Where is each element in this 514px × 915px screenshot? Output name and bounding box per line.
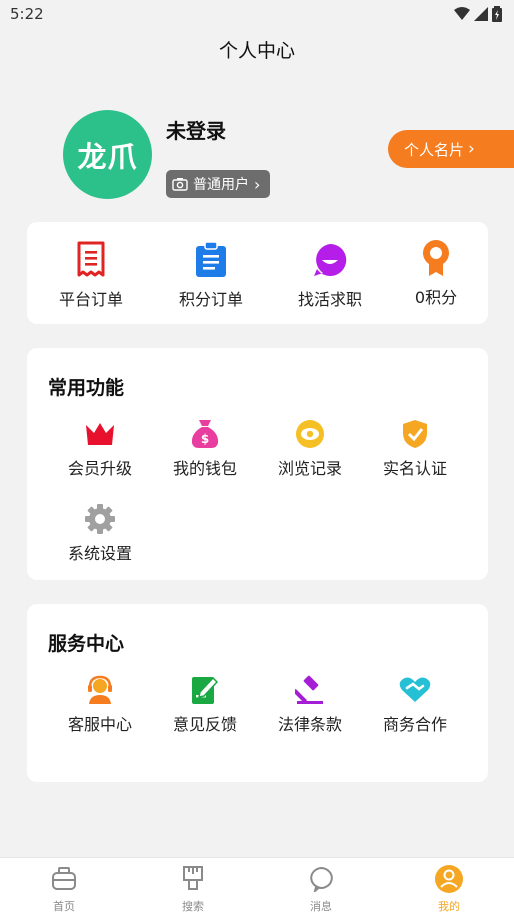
tab-label: 搜索 — [182, 900, 204, 913]
status-bar: 5:22 — [0, 0, 514, 28]
tab-label: 我的 — [438, 900, 460, 913]
service-center-panel: 服务中心 客服中心 意见反馈 法律条款 商务合作 — [27, 604, 488, 782]
login-status[interactable]: 未登录 — [166, 115, 226, 144]
section-title: 服务中心 — [48, 633, 125, 655]
clipboard-icon — [196, 242, 226, 277]
user-type-label: 普通用户 — [193, 177, 249, 193]
function-label: 实名认证 — [382, 459, 447, 478]
quick-label: 找活求职 — [297, 290, 362, 309]
shield-check-icon — [403, 420, 427, 448]
camera-icon — [172, 178, 188, 191]
status-time: 5:22 — [10, 5, 44, 23]
handshake-icon — [399, 677, 431, 702]
find-job-button[interactable]: 找活求职 — [275, 240, 385, 310]
customer-service-icon — [88, 675, 112, 704]
battery-icon — [492, 6, 502, 22]
search-icon — [183, 866, 203, 890]
page-title: 个人中心 — [218, 40, 295, 62]
home-icon — [52, 867, 76, 890]
user-type-badge[interactable]: 普通用户 › — [166, 170, 271, 198]
business-card-label: 个人名片 — [404, 140, 465, 159]
gear-icon — [85, 504, 115, 534]
chat-bubble-icon — [314, 243, 347, 276]
legal-terms-button[interactable]: 法律条款 — [260, 674, 360, 735]
tab-messages[interactable]: 消息 — [281, 864, 361, 914]
svg-text:$: $ — [201, 432, 209, 446]
quick-label: 积分订单 — [178, 290, 243, 309]
function-label: 会员升级 — [67, 459, 132, 478]
chevron-right-icon: › — [254, 174, 261, 194]
customer-service-button[interactable]: 客服中心 — [50, 674, 150, 735]
bottom-tab-bar: 首页 搜索 消息 我的 — [0, 857, 514, 915]
status-icons — [454, 6, 502, 22]
points-button[interactable]: 0积分 — [381, 240, 491, 308]
feedback-edit-icon — [192, 676, 219, 704]
quick-access-panel: 平台订单 积分订单 找活求职 0积分 — [27, 222, 488, 324]
avatar[interactable]: 龙爪 — [63, 110, 152, 199]
profile-section: 龙爪 未登录 普通用户 › 个人名片 › — [63, 110, 514, 200]
platform-orders-button[interactable]: 平台订单 — [36, 240, 146, 310]
tab-home[interactable]: 首页 — [24, 864, 104, 914]
crown-icon — [86, 423, 114, 445]
business-card-button[interactable]: 个人名片 › — [388, 130, 514, 168]
wifi-icon — [454, 7, 470, 20]
eye-icon — [296, 420, 324, 448]
chevron-right-icon: › — [468, 139, 475, 159]
medal-icon — [423, 240, 449, 276]
vip-upgrade-button[interactable]: 会员升级 — [50, 418, 150, 479]
tab-mine[interactable]: 我的 — [409, 864, 489, 914]
gavel-icon — [295, 675, 323, 704]
wallet-button[interactable]: $ 我的钱包 — [155, 418, 255, 479]
profile-icon — [435, 865, 463, 893]
system-settings-button[interactable]: 系统设置 — [50, 503, 150, 564]
real-name-auth-button[interactable]: 实名认证 — [365, 418, 465, 479]
function-label: 客服中心 — [67, 715, 132, 734]
signal-icon — [474, 7, 488, 21]
function-label: 我的钱包 — [172, 459, 237, 478]
message-icon — [310, 866, 333, 892]
tab-search[interactable]: 搜索 — [153, 864, 233, 914]
business-cooperation-button[interactable]: 商务合作 — [365, 674, 465, 735]
quick-label: 0积分 — [414, 288, 458, 307]
receipt-icon — [77, 241, 105, 277]
tab-label: 首页 — [53, 900, 75, 913]
function-label: 商务合作 — [382, 715, 447, 734]
browse-history-button[interactable]: 浏览记录 — [260, 418, 360, 479]
money-bag-icon: $ — [191, 420, 219, 448]
section-title: 常用功能 — [48, 377, 125, 399]
function-label: 意见反馈 — [172, 715, 237, 734]
tab-label: 消息 — [310, 900, 332, 913]
feedback-button[interactable]: 意见反馈 — [155, 674, 255, 735]
quick-label: 平台订单 — [58, 290, 123, 309]
common-functions-panel: 常用功能 会员升级 $ 我的钱包 浏览记录 实名认证 系统设置 — [27, 348, 488, 580]
points-orders-button[interactable]: 积分订单 — [156, 240, 266, 310]
function-label: 浏览记录 — [277, 459, 342, 478]
function-label: 系统设置 — [67, 544, 132, 563]
function-label: 法律条款 — [277, 715, 342, 734]
